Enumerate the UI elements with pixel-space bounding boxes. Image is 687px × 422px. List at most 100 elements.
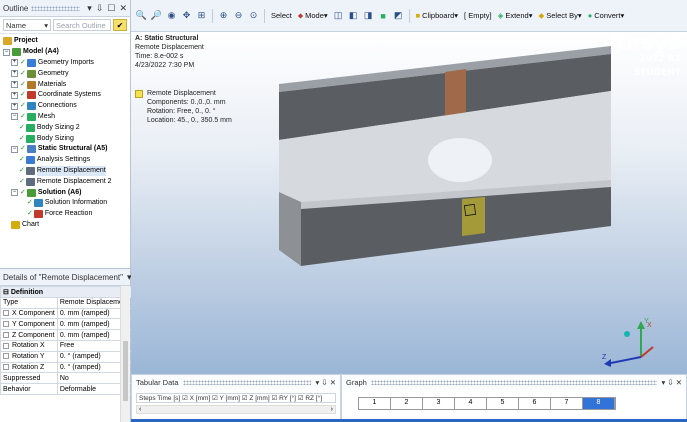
tree-node[interactable]: − ✓ Static Structural (A5) [3,144,130,155]
details-row[interactable]: Type Remote Displacement [0,296,132,309]
tree-node[interactable]: ✓ Force Reaction [3,209,130,220]
expand-toggle-icon[interactable]: + [11,81,18,89]
details-key: X Component [12,309,55,317]
step-cell[interactable]: 5 [487,398,519,409]
graph-title: Graph [346,377,367,387]
outline-panel: Outline ▾ ⇩ ☐ ✕ Name ▾ Search Outline ✔ P… [0,0,131,268]
graph-menu-icon[interactable]: ▾ ⇩ ✕ [661,378,682,387]
parameter-checkbox[interactable] [3,342,9,349]
tree-node-label: Solution (A6) [37,188,82,196]
tree-node[interactable]: Chart [3,220,130,231]
tree-node[interactable]: + ✓ Geometry [3,68,130,79]
outline-title: Outline [3,3,29,13]
tree-node[interactable]: ✓ Body Sizing 2 [3,122,130,133]
tree-node[interactable]: Project [3,36,130,47]
body-select-icon[interactable]: ■ [379,11,388,21]
filter-dropdown[interactable]: Name ▾ [3,19,51,31]
extend-button[interactable]: ◈ Extend▾ [498,11,533,20]
filter-toggle-icon[interactable]: ✔ [113,19,127,31]
parameter-checkbox[interactable] [3,310,9,317]
close-icon[interactable]: ✕ [119,3,127,14]
zoom-fit-icon[interactable]: ⊖ [234,10,243,20]
tree-node-label: Chart [22,220,40,228]
status-check-icon: ✓ [20,112,26,120]
select-by-button[interactable]: ◆ Select By▾ [538,11,581,20]
details-row[interactable]: Rotation X Free [0,339,132,352]
edge-select-icon[interactable]: ◧ [349,10,358,20]
status-check-icon: ✓ [20,102,26,110]
tree-node[interactable]: − ✓ Solution (A6) [3,187,130,198]
tree-node[interactable]: ✓ Remote Displacement 2 [3,176,130,187]
details-row[interactable]: Z Component 0. mm (ramped) [0,329,132,341]
details-row[interactable]: Rotation Z 0. ° (ramped) [0,361,132,374]
definition-section[interactable]: ⊟ Definition [0,286,132,298]
details-row[interactable]: Behavior Deformable [0,383,132,395]
step-cell[interactable]: 4 [455,398,487,409]
tree-node[interactable]: ✓ Remote Displacement [3,165,130,177]
parameter-checkbox[interactable] [3,331,9,338]
zoom-out-icon[interactable]: 🔎 [151,10,162,20]
rotate-icon[interactable]: ◉ [167,10,176,20]
expand-toggle-icon[interactable]: − [11,145,18,153]
expand-toggle-icon[interactable]: − [11,189,18,197]
clipboard-button[interactable]: ■ Clipboard▾ [416,11,458,20]
search-input[interactable]: Search Outline [53,19,111,31]
tree-node-icon [26,58,36,67]
tabular-menu-icon[interactable]: ▾ ⇩ ✕ [315,378,336,387]
tree-node[interactable]: + ✓ Connections [3,101,130,112]
details-row[interactable]: Y Component 0. mm (ramped) [0,318,132,331]
outline-menu-icon[interactable]: ▾ [87,3,92,14]
expand-toggle-icon[interactable]: + [11,70,18,78]
maximize-icon[interactable]: ☐ [107,3,115,14]
mode-button[interactable]: ⬥ Mode▾ [298,11,328,21]
step-selector[interactable]: 12345678 [358,397,616,410]
node-select-icon[interactable]: ◩ [394,10,403,20]
tree-node[interactable]: ✓ Body Sizing [3,133,130,144]
tabular-hscroll[interactable]: ‹ › [136,405,336,414]
step-cell[interactable]: 7 [551,398,583,409]
parameter-checkbox[interactable] [3,353,9,360]
pin-icon[interactable]: ⇩ [96,3,104,14]
expand-toggle-icon[interactable]: − [11,113,18,121]
convert-button[interactable]: ● Convert▾ [588,11,625,20]
expand-toggle-icon[interactable]: + [11,102,18,110]
select-button[interactable]: Select [271,11,292,20]
vertex-select-icon[interactable]: ◫ [334,10,343,20]
zoom-box-icon[interactable]: ⊕ [219,10,228,20]
zoom-in-icon[interactable]: 🔍 [136,10,147,20]
details-row[interactable]: X Component 0. mm (ramped) [0,307,132,320]
details-scrollbar[interactable] [120,286,130,422]
tree-node[interactable]: + ✓ Materials [3,79,130,90]
pan-icon[interactable]: ✥ [182,10,191,20]
fit-icon[interactable]: ⊞ [197,10,206,20]
status-check-icon: ✓ [20,58,26,66]
tree-node[interactable]: ✓ Analysis Settings [3,155,130,166]
details-row[interactable]: Rotation Y 0. ° (ramped) [0,350,132,363]
expand-toggle-icon[interactable]: + [11,91,18,99]
tree-node[interactable]: ✓ Solution Information [3,198,130,209]
parameter-checkbox[interactable] [3,364,9,371]
tree-node[interactable]: + ✓ Coordinate Systems [3,90,130,101]
expand-toggle-icon[interactable]: + [11,59,18,67]
tree-node-icon [3,37,12,46]
step-cell[interactable]: 2 [391,398,423,409]
tree-node[interactable]: − ✓ Mesh [3,112,130,123]
graph-panel: Graph ▾ ⇩ ✕ 12345678 [341,374,687,422]
outline-search-row: Name ▾ Search Outline ✔ [0,17,130,34]
details-key: Rotation Z [12,363,45,371]
parameter-checkbox[interactable] [3,320,9,327]
step-cell[interactable]: 1 [359,398,391,409]
tree-node-label: Static Structural (A5) [37,145,108,153]
face-select-icon[interactable]: ◨ [364,10,373,20]
tree-node[interactable]: + ✓ Geometry Imports [3,58,130,69]
step-cell[interactable]: 6 [519,398,551,409]
tree-node[interactable]: − Model (A4) [3,47,130,58]
details-row[interactable]: Suppressed No [0,372,132,385]
graphics-viewport[interactable]: A: Static Structural Remote Displacement… [131,32,687,374]
expand-toggle-icon[interactable]: − [3,48,10,56]
details-panel: Details of "Remote Displacement" ▾ ⇩ ☐ ✕… [0,268,167,422]
step-cell[interactable]: 3 [423,398,455,409]
magnify-icon[interactable]: ⊙ [249,10,258,20]
outline-tree: Project − Model (A4) + ✓ Geometry Imports + ✓ Ge… [0,34,130,230]
step-cell[interactable]: 8 [583,398,615,409]
